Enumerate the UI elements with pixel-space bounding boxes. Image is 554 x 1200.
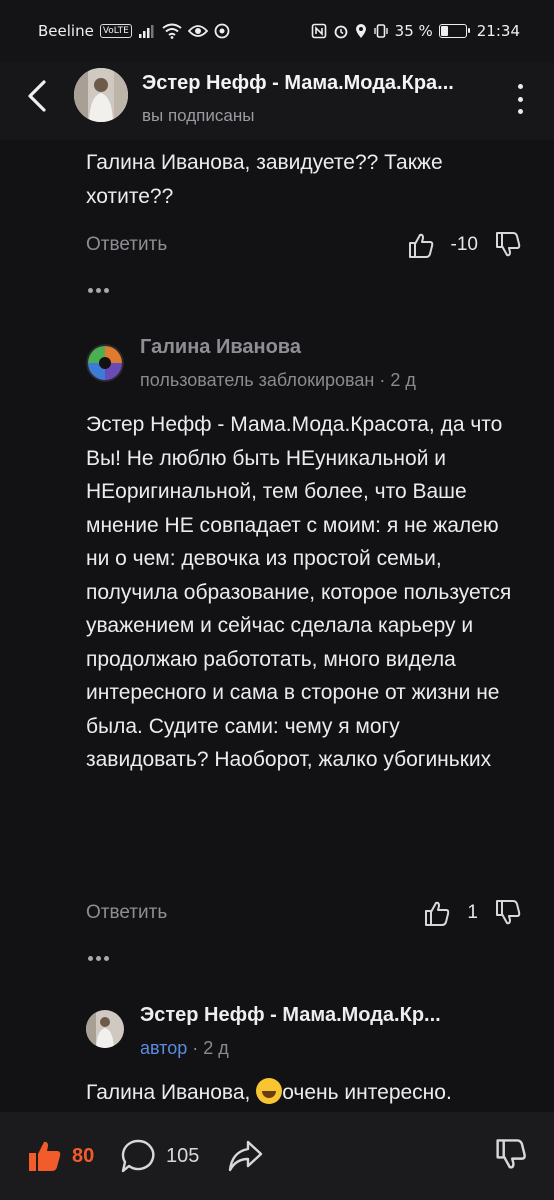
- like-button[interactable]: 80: [26, 1138, 94, 1174]
- back-arrow-icon[interactable]: [20, 76, 56, 116]
- status-bar: Beeline VoLTE 35 % 21:34: [0, 0, 554, 62]
- channel-title[interactable]: Эстер Нефф - Мама.Мода.Кра...: [142, 72, 492, 95]
- volte-badge: VoLTE: [99, 24, 132, 38]
- author-avatar[interactable]: [86, 1010, 124, 1048]
- thumb-down-icon[interactable]: [494, 899, 522, 927]
- subscription-status: вы подписаны: [142, 106, 255, 125]
- comment-text: Галина Иванова, завидуете?? Также хотите…: [86, 151, 443, 208]
- comment-time: · 2 д: [192, 1038, 229, 1058]
- thumb-up-icon[interactable]: [423, 899, 451, 927]
- dislike-button[interactable]: [494, 1138, 528, 1172]
- comment-text: Эстер Нефф - Мама.Мода.Красота, да что В…: [86, 413, 512, 771]
- chrome-icon: [214, 23, 230, 39]
- more-dot: [517, 84, 523, 89]
- comment-rating: -10: [450, 234, 478, 255]
- comment-meta: пользователь заблокирован · 2 д: [140, 370, 416, 391]
- user-avatar[interactable]: [86, 344, 124, 382]
- thread-more-button[interactable]: [88, 288, 109, 293]
- thumb-up-filled-icon: [29, 1141, 61, 1171]
- wifi-icon: [162, 23, 182, 39]
- comments-button[interactable]: 105: [120, 1138, 199, 1174]
- thumb-up-icon[interactable]: [407, 231, 435, 259]
- comment-bubble-icon: [121, 1139, 155, 1173]
- share-arrow-icon: [228, 1140, 263, 1172]
- location-icon: [355, 24, 366, 38]
- thumb-down-icon[interactable]: [494, 231, 522, 259]
- nfc-icon: [311, 23, 326, 39]
- reply-button[interactable]: Ответить: [86, 902, 167, 924]
- channel-header: Эстер Нефф - Мама.Мода.Кра... вы подписа…: [0, 62, 554, 140]
- user-avatar-logo: [86, 344, 124, 382]
- more-dot: [517, 96, 523, 102]
- status-left: Beeline VoLTE: [38, 22, 230, 40]
- comment-rating-row: -10: [407, 230, 522, 260]
- battery-icon: [438, 24, 470, 38]
- laughing-emoji-icon: [256, 1078, 283, 1104]
- comment-text: Галина Иванова, очень интересно.: [86, 1076, 526, 1110]
- author-blocked-status: пользователь заблокирован: [140, 370, 375, 390]
- share-button[interactable]: [226, 1138, 264, 1174]
- battery-percent: 35 %: [394, 22, 433, 40]
- author-avatar-photo: [86, 1010, 124, 1048]
- comment-rating: 1: [467, 902, 478, 923]
- bottom-action-bar: 80 105: [0, 1112, 554, 1200]
- thread-more-button[interactable]: [88, 956, 109, 961]
- comment-meta: автор · 2 д: [140, 1038, 229, 1059]
- eye-icon: [187, 25, 208, 37]
- comment-count: 105: [166, 1144, 200, 1167]
- vibrate-icon: [373, 24, 388, 38]
- comment-text-prefix: Галина Иванова,: [86, 1081, 257, 1104]
- comment-author[interactable]: Эстер Нефф - Мама.Мода.Кр...: [140, 1004, 500, 1027]
- clock: 21:34: [476, 22, 520, 40]
- thumb-down-icon: [496, 1139, 526, 1169]
- comment-author[interactable]: Галина Иванова: [140, 336, 301, 359]
- alarm-icon: [334, 25, 348, 39]
- more-options-button[interactable]: [508, 84, 532, 114]
- channel-avatar[interactable]: [74, 68, 128, 122]
- comment-rating-row: 1: [423, 898, 522, 928]
- comments-feed[interactable]: Галина Иванова, завидуете?? Также хотите…: [0, 140, 554, 1112]
- more-dot: [517, 109, 523, 114]
- carrier-label: Beeline: [38, 22, 94, 40]
- author-badge: автор: [140, 1038, 188, 1058]
- channel-avatar-photo: [74, 68, 128, 122]
- status-right: 35 % 21:34: [311, 22, 520, 40]
- signal-icon: [138, 25, 154, 38]
- like-count: 80: [72, 1144, 95, 1167]
- battery-level-fill: [440, 26, 448, 36]
- comment-time: · 2 д: [379, 370, 416, 390]
- reply-button[interactable]: Ответить: [86, 234, 167, 256]
- comment-text-suffix: очень интересно.: [282, 1081, 452, 1104]
